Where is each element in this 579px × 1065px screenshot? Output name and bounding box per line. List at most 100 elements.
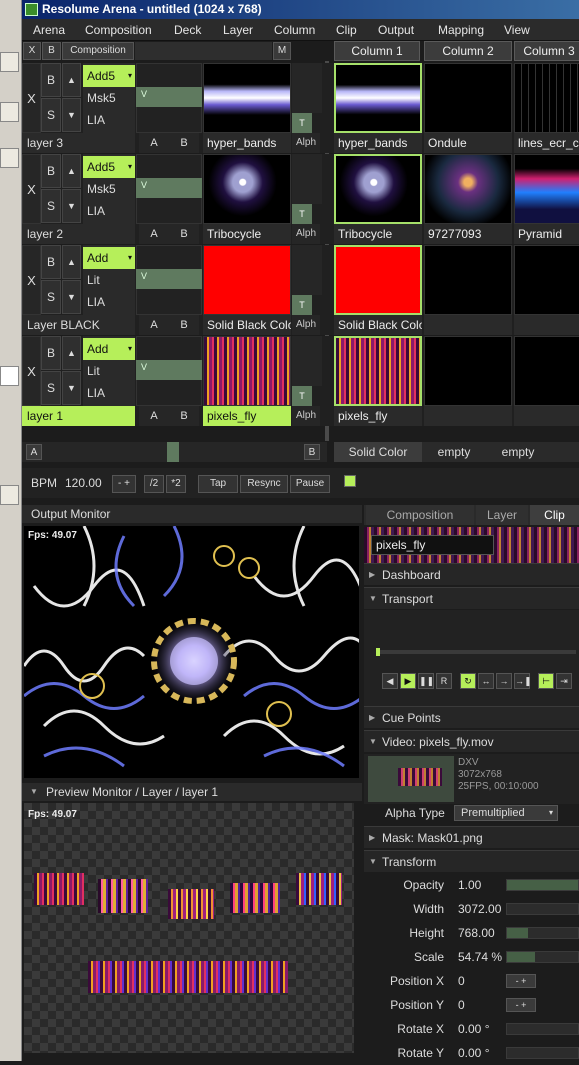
layer-current-clip-thumbnail[interactable] [203, 336, 291, 406]
lia-option[interactable]: LIA [83, 291, 135, 313]
clip-slot[interactable] [514, 336, 579, 406]
restart-button[interactable]: R [436, 673, 452, 689]
layer-video-opacity-slider[interactable]: V [136, 360, 202, 380]
crossfade-a-button[interactable]: A [139, 224, 169, 244]
layer-down-icon[interactable]: ▼ [62, 189, 81, 223]
tab-layer[interactable]: Layer [476, 505, 528, 525]
section-dashboard[interactable]: Dashboard [364, 563, 579, 586]
clip-slot[interactable] [424, 245, 512, 315]
lia-option[interactable]: LIA [83, 109, 135, 131]
tab-composition[interactable]: Composition [366, 505, 474, 525]
layer-video-opacity-slider[interactable]: V [136, 87, 202, 107]
deck-tab-solid-color[interactable]: Solid Color [334, 442, 422, 462]
layer-solo-button[interactable]: S [41, 189, 61, 223]
collapse-icon[interactable]: ▼ [30, 783, 38, 801]
layer-up-icon[interactable]: ▲ [62, 336, 81, 370]
bpm-value[interactable]: 120.00 [65, 476, 102, 490]
clip-slot[interactable] [334, 336, 422, 406]
mask-option[interactable]: Msk5 [83, 87, 135, 109]
clip-slot[interactable] [514, 245, 579, 315]
alpha-button[interactable]: Alph [292, 315, 320, 335]
alpha-button[interactable]: Alph [292, 133, 320, 153]
deck-tab-empty-1[interactable]: empty [422, 442, 486, 462]
menu-layer[interactable]: Layer [223, 23, 253, 37]
section-video[interactable]: Video: pixels_fly.mov [364, 730, 579, 753]
blend-mode-select[interactable]: Add5 [83, 156, 135, 178]
crossfade-b-button[interactable]: B [169, 133, 199, 153]
crossfade-a-button[interactable]: A [139, 406, 169, 426]
prop-value[interactable]: 3072.00 [458, 897, 501, 921]
lia-option[interactable]: LIA [83, 200, 135, 222]
bpm-plus[interactable]: + [124, 478, 130, 489]
crossfader-a-button[interactable]: A [26, 444, 42, 460]
bpm-half-button[interactable]: /2 [144, 475, 164, 493]
transport-timeline[interactable] [376, 650, 576, 654]
play-forward-button[interactable]: ▶ [400, 673, 416, 689]
clip-slot[interactable] [334, 63, 422, 133]
layer-up-icon[interactable]: ▲ [62, 245, 81, 279]
prop-value[interactable]: 1.00 [458, 873, 481, 897]
pause-button[interactable]: Pause [290, 475, 330, 493]
prop-slider[interactable] [506, 951, 579, 963]
play-reverse-button[interactable]: ◀ [382, 673, 398, 689]
column-2-header[interactable]: Column 2 [424, 41, 512, 61]
layer-solo-button[interactable]: S [41, 98, 61, 132]
mask-option[interactable]: Lit [83, 269, 135, 291]
prop-value[interactable]: 54.74 % [458, 945, 502, 969]
layer-solo-button[interactable]: S [41, 371, 61, 405]
prop-slider[interactable] [506, 1047, 579, 1059]
layer-current-clip-thumbnail[interactable] [203, 63, 291, 133]
layer-name[interactable]: layer 3 [22, 133, 135, 153]
prop-value[interactable]: 768.00 [458, 921, 495, 945]
bpm-step[interactable]: - + [112, 475, 136, 493]
menu-output[interactable]: Output [378, 23, 414, 37]
tap-button[interactable]: Tap [198, 475, 238, 493]
deck-tab-empty-2[interactable]: empty [486, 442, 550, 462]
transition-button[interactable]: T [292, 204, 312, 224]
layer-name[interactable]: Layer BLACK [22, 315, 135, 335]
lia-option[interactable]: LIA [83, 382, 135, 404]
prop-slider[interactable] [506, 879, 579, 891]
composition-master-slider[interactable] [135, 42, 272, 60]
section-cue-points[interactable]: Cue Points [364, 706, 579, 729]
layer-solo-button[interactable]: S [41, 280, 61, 314]
pause-clip-button[interactable]: ❚❚ [418, 673, 434, 689]
tab-clip[interactable]: Clip [530, 505, 579, 525]
layer-up-icon[interactable]: ▲ [62, 154, 81, 188]
menu-deck[interactable]: Deck [174, 23, 201, 37]
transition-button[interactable]: T [292, 386, 312, 406]
section-transport[interactable]: Transport [364, 587, 579, 610]
bpm-sync-icon[interactable]: ⇥ [556, 673, 572, 689]
composition-clear-button[interactable]: X [23, 42, 41, 60]
menu-column[interactable]: Column [274, 23, 315, 37]
playhead[interactable] [376, 648, 380, 656]
clip-slot[interactable] [334, 154, 422, 224]
crossfade-a-button[interactable]: A [139, 133, 169, 153]
layer-bypass-button[interactable]: B [41, 336, 61, 370]
layer-up-icon[interactable]: ▲ [62, 63, 81, 97]
column-3-header[interactable]: Column 3 [514, 41, 579, 61]
menu-composition[interactable]: Composition [85, 23, 152, 37]
layer-video-opacity-slider[interactable]: V [136, 269, 202, 289]
layer-current-clip-thumbnail[interactable] [203, 154, 291, 224]
bpm-minus[interactable]: - [118, 478, 121, 489]
bpm-double-button[interactable]: *2 [166, 475, 186, 493]
crossfade-a-button[interactable]: A [139, 315, 169, 335]
menu-clip[interactable]: Clip [336, 23, 357, 37]
prop-stepper[interactable]: - + [506, 974, 536, 988]
crossfade-b-button[interactable]: B [169, 224, 199, 244]
composition-label[interactable]: Composition [62, 42, 134, 60]
menu-view[interactable]: View [504, 23, 530, 37]
layer-clear-button[interactable]: X [22, 63, 41, 133]
mask-option[interactable]: Msk5 [83, 178, 135, 200]
prop-stepper[interactable]: - + [506, 998, 536, 1012]
play-once-hold-button[interactable]: →❚ [514, 673, 532, 689]
edge-button[interactable] [0, 52, 19, 72]
column-1-header[interactable]: Column 1 [334, 41, 420, 61]
edge-button[interactable] [0, 148, 19, 168]
layer-down-icon[interactable]: ▼ [62, 98, 81, 132]
edge-button[interactable] [0, 102, 19, 122]
section-mask[interactable]: Mask: Mask01.png [364, 826, 579, 849]
alpha-type-select[interactable]: Premultiplied ▾ [454, 805, 558, 821]
loop-button[interactable]: ↻ [460, 673, 476, 689]
